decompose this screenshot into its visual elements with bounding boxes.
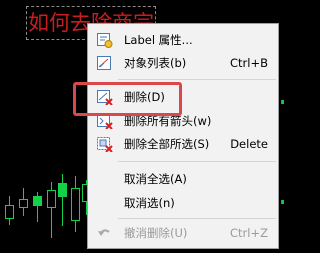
label-properties-icon bbox=[97, 33, 113, 48]
menu-item-label: 删除全部所选(S) bbox=[124, 137, 210, 151]
menu-item-shortcut: Ctrl+B bbox=[230, 56, 268, 70]
candle bbox=[71, 188, 80, 221]
menu-separator bbox=[118, 218, 276, 219]
menu-item-label: Label 属性... bbox=[124, 33, 193, 47]
menu-item-deselect-all[interactable]: 取消全选(A) bbox=[90, 168, 276, 190]
menu-item-deselect[interactable]: 取消选(n) bbox=[90, 192, 276, 214]
candle bbox=[33, 196, 42, 206]
menu-separator bbox=[118, 79, 276, 80]
candle bbox=[58, 183, 67, 197]
menu-item-label: 撤消删除(U) bbox=[124, 226, 188, 240]
context-menu: Label 属性... 对象列表(b) Ctrl+B 删除(D) 删除所有箭头(… bbox=[87, 23, 279, 249]
menu-item-shortcut: Delete bbox=[230, 137, 268, 151]
menu-item-delete-all-selected[interactable]: 删除全部所选(S) Delete bbox=[90, 133, 276, 155]
menu-item-label: 对象列表(b) bbox=[124, 56, 187, 70]
menu-item-label: 取消选(n) bbox=[124, 196, 175, 210]
delete-all-selected-icon bbox=[97, 137, 113, 152]
chart-edge-mark bbox=[281, 100, 284, 104]
menu-item-label: 取消全选(A) bbox=[124, 172, 187, 186]
object-list-icon bbox=[97, 56, 111, 70]
chart-edge-mark bbox=[281, 200, 284, 204]
candle bbox=[47, 190, 56, 208]
undo-icon bbox=[98, 229, 110, 236]
annotation-highlight-box bbox=[73, 82, 182, 116]
menu-separator bbox=[118, 161, 276, 162]
menu-item-label-properties[interactable]: Label 属性... bbox=[90, 29, 276, 51]
menu-item-shortcut: Ctrl+Z bbox=[230, 226, 268, 240]
menu-item-undo-delete[interactable]: 撤消删除(U) Ctrl+Z bbox=[90, 222, 276, 244]
menu-item-object-list[interactable]: 对象列表(b) Ctrl+B bbox=[90, 52, 276, 74]
candle bbox=[19, 199, 28, 208]
candle bbox=[5, 205, 14, 219]
